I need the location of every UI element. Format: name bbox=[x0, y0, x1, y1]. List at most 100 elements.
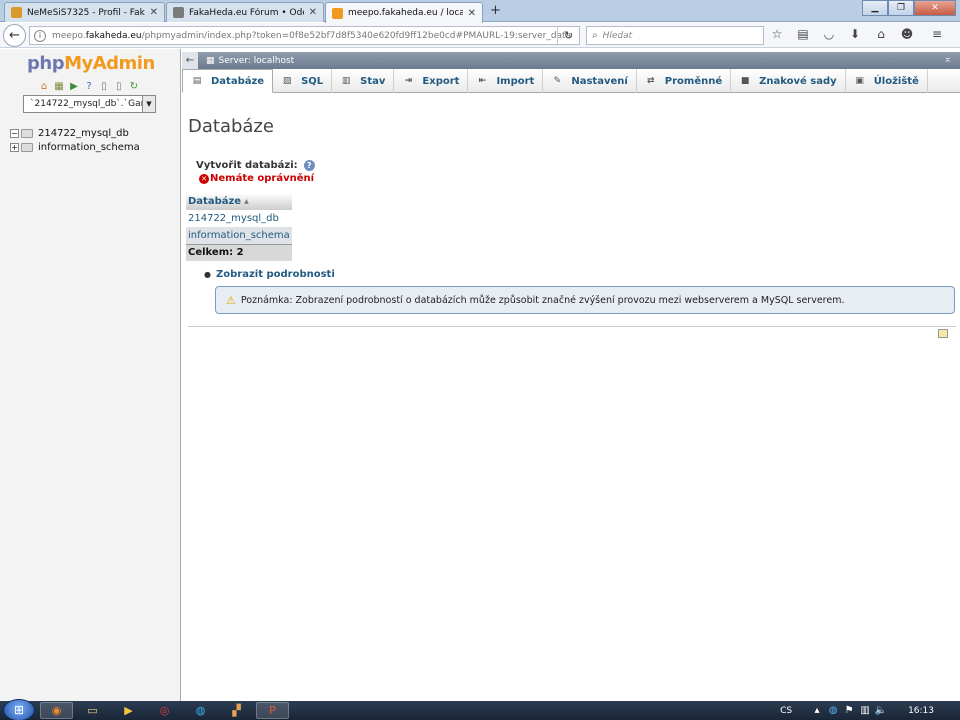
wrench-icon: ✎ bbox=[553, 75, 562, 86]
menu-icon[interactable]: ≡ bbox=[930, 27, 944, 41]
bookmark-star-icon[interactable]: ☆ bbox=[770, 27, 784, 41]
browser-tab-phpmyadmin[interactable]: meepo.fakaheda.eu / local... ✕ bbox=[325, 2, 483, 23]
no-privileges-text: Nemáte oprávnění bbox=[210, 173, 315, 184]
warning-icon: ⚠ bbox=[226, 293, 236, 307]
show-details-link[interactable]: ● Zobrazit podrobnosti bbox=[204, 269, 335, 280]
clock[interactable]: 16:13 bbox=[908, 706, 934, 716]
tree-item-label[interactable]: 214722_mysql_db bbox=[38, 128, 129, 139]
console-icon[interactable] bbox=[938, 329, 948, 338]
tab-databases[interactable]: ▤ Databáze bbox=[182, 69, 274, 93]
settings-gear-icon[interactable]: ▯ bbox=[113, 80, 125, 92]
search-input[interactable]: ⌕ Hledat bbox=[586, 26, 764, 45]
chat-icon[interactable]: ☻ bbox=[900, 27, 914, 41]
databases-table: Databáze ▲ 214722_mysql_db information_sc… bbox=[186, 193, 292, 261]
tree-item-db[interactable]: − 214722_mysql_db bbox=[10, 126, 140, 140]
logout-icon[interactable]: ▦ bbox=[53, 80, 65, 92]
maximize-button[interactable]: ❐ bbox=[888, 0, 914, 16]
browser-tab-forum[interactable]: FakaHeda.eu Fórum • Ode... ✕ bbox=[166, 2, 324, 22]
browser-tray-icon[interactable]: ◍ bbox=[826, 705, 840, 716]
pma-navigation-panel: phpMyAdmin ⌂ ▦ ▶ ? ▯ ▯ ↻ `214722_mysql_d… bbox=[0, 49, 181, 701]
home-icon[interactable]: ⌂ bbox=[38, 80, 50, 92]
sort-ascending-icon: ▲ bbox=[244, 197, 249, 205]
search-placeholder: Hledat bbox=[602, 30, 633, 41]
powerpoint-taskbar-icon[interactable]: P bbox=[256, 702, 289, 719]
media-player-taskbar-icon[interactable]: ▶ bbox=[112, 702, 145, 719]
collapse-icon[interactable]: − bbox=[10, 128, 19, 138]
tab-sql[interactable]: ▧ SQL bbox=[273, 69, 333, 93]
tab-status[interactable]: ▥ Stav bbox=[332, 69, 395, 93]
new-tab-button[interactable]: + bbox=[490, 3, 501, 18]
system-tray: CS ▴ ◍ ⚑ ▥ 🔈 16:13 bbox=[780, 701, 960, 720]
column-header-label: Databáze bbox=[188, 196, 242, 207]
database-link[interactable]: 214722_mysql_db bbox=[186, 210, 292, 227]
close-tab-icon[interactable]: ✕ bbox=[468, 8, 476, 19]
explorer-taskbar-icon[interactable]: ▭ bbox=[76, 702, 109, 719]
tab-import[interactable]: ⇤ Import bbox=[468, 69, 544, 93]
database-icon bbox=[21, 128, 33, 138]
pma-main-content: ← ▦ Server: localhost ⌅ ▤ Databáze ▧ SQL ▥… bbox=[182, 49, 960, 701]
table-row: 214722_mysql_db bbox=[186, 210, 292, 227]
flag-icon[interactable]: ⚑ bbox=[842, 705, 856, 716]
tab-label: Znakové sady bbox=[759, 75, 837, 87]
charset-icon: ■ bbox=[740, 75, 750, 86]
tab-settings[interactable]: ✎ Nastavení bbox=[543, 69, 637, 93]
tab-export[interactable]: ⇥ Export bbox=[394, 69, 469, 93]
app-taskbar-icon[interactable]: ▞ bbox=[220, 702, 253, 719]
site-info-icon[interactable]: i bbox=[34, 29, 46, 42]
opera-taskbar-icon[interactable]: ◎ bbox=[148, 702, 181, 719]
back-button[interactable]: ← bbox=[3, 24, 26, 47]
database-icon bbox=[21, 142, 33, 152]
close-tab-icon[interactable]: ✕ bbox=[150, 7, 158, 18]
create-database-label: Vytvořit databázi: ? bbox=[196, 160, 315, 171]
table-total-row: Celkem: 2 bbox=[186, 243, 292, 261]
help-icon[interactable]: ? bbox=[303, 160, 315, 171]
expand-icon[interactable]: + bbox=[10, 142, 19, 152]
close-tab-icon[interactable]: ✕ bbox=[309, 7, 317, 18]
documentation-icon[interactable]: ▯ bbox=[98, 80, 110, 92]
server-icon: ▦ bbox=[206, 55, 215, 66]
downloads-icon[interactable]: ⬇ bbox=[848, 27, 862, 41]
reload-icon[interactable]: ↻ bbox=[557, 27, 579, 44]
minimize-button[interactable]: ▁ bbox=[862, 0, 888, 16]
tab-label: Stav bbox=[360, 75, 386, 87]
collapse-nav-icon[interactable]: ← bbox=[182, 52, 198, 69]
reload-nav-icon[interactable]: ↻ bbox=[128, 80, 140, 92]
tab-engines[interactable]: ▣ Úložiště bbox=[846, 69, 928, 93]
tab-label: Import bbox=[496, 75, 535, 87]
create-database-text: Vytvořit databázi: bbox=[196, 160, 298, 171]
collapse-top-icon[interactable]: ⌅ bbox=[944, 54, 952, 65]
tree-item-db[interactable]: + information_schema bbox=[10, 140, 140, 154]
url-prefix: meepo. bbox=[52, 30, 86, 41]
pocket-icon[interactable]: ◡ bbox=[822, 27, 836, 41]
volume-icon[interactable]: 🔈 bbox=[874, 705, 888, 716]
show-hidden-icons-icon[interactable]: ▴ bbox=[810, 705, 824, 716]
database-icon: ▤ bbox=[192, 75, 202, 86]
export-icon: ⇥ bbox=[404, 75, 413, 86]
show-details-text[interactable]: Zobrazit podrobnosti bbox=[216, 269, 335, 280]
close-window-button[interactable]: ✕ bbox=[914, 0, 956, 16]
language-indicator[interactable]: CS bbox=[780, 706, 792, 716]
server-breadcrumb[interactable]: Server: localhost bbox=[219, 56, 295, 66]
reading-list-icon[interactable]: ▤ bbox=[796, 27, 810, 41]
table-row: information_schema bbox=[186, 227, 292, 244]
column-header-database[interactable]: Databáze ▲ bbox=[186, 193, 292, 210]
tab-charsets[interactable]: ■ Znakové sady bbox=[731, 69, 846, 93]
browser-taskbar-icon[interactable]: ◍ bbox=[184, 702, 217, 719]
firefox-taskbar-icon[interactable]: ◉ bbox=[40, 702, 73, 719]
help-docs-icon[interactable]: ? bbox=[83, 80, 95, 92]
tab-label: Proměnné bbox=[664, 75, 723, 87]
start-button[interactable]: ⊞ bbox=[3, 699, 35, 720]
network-icon[interactable]: ▥ bbox=[858, 705, 872, 716]
tab-variables[interactable]: ⇄ Proměnné bbox=[637, 69, 732, 93]
phpmyadmin-logo[interactable]: phpMyAdmin bbox=[27, 53, 155, 74]
query-window-icon[interactable]: ▶ bbox=[68, 80, 80, 92]
notice-text: Poznámka: Zobrazení podrobností o databá… bbox=[240, 294, 845, 306]
browser-tab-profile[interactable]: NeMeSiS7325 - Profil - Fak... ✕ bbox=[4, 2, 165, 22]
database-select[interactable]: `214722_mysql_db`.`Gar ▼ bbox=[23, 95, 156, 113]
tree-item-label[interactable]: information_schema bbox=[38, 142, 140, 153]
database-link[interactable]: information_schema bbox=[186, 227, 292, 244]
tab-label: Úložiště bbox=[873, 75, 919, 87]
nav-quick-links: ⌂ ▦ ▶ ? ▯ ▯ ↻ bbox=[38, 80, 140, 92]
home-icon[interactable]: ⌂ bbox=[874, 27, 888, 41]
url-bar[interactable]: i meepo. fakaheda.eu/phpmyadmin/index.php… bbox=[29, 26, 580, 45]
